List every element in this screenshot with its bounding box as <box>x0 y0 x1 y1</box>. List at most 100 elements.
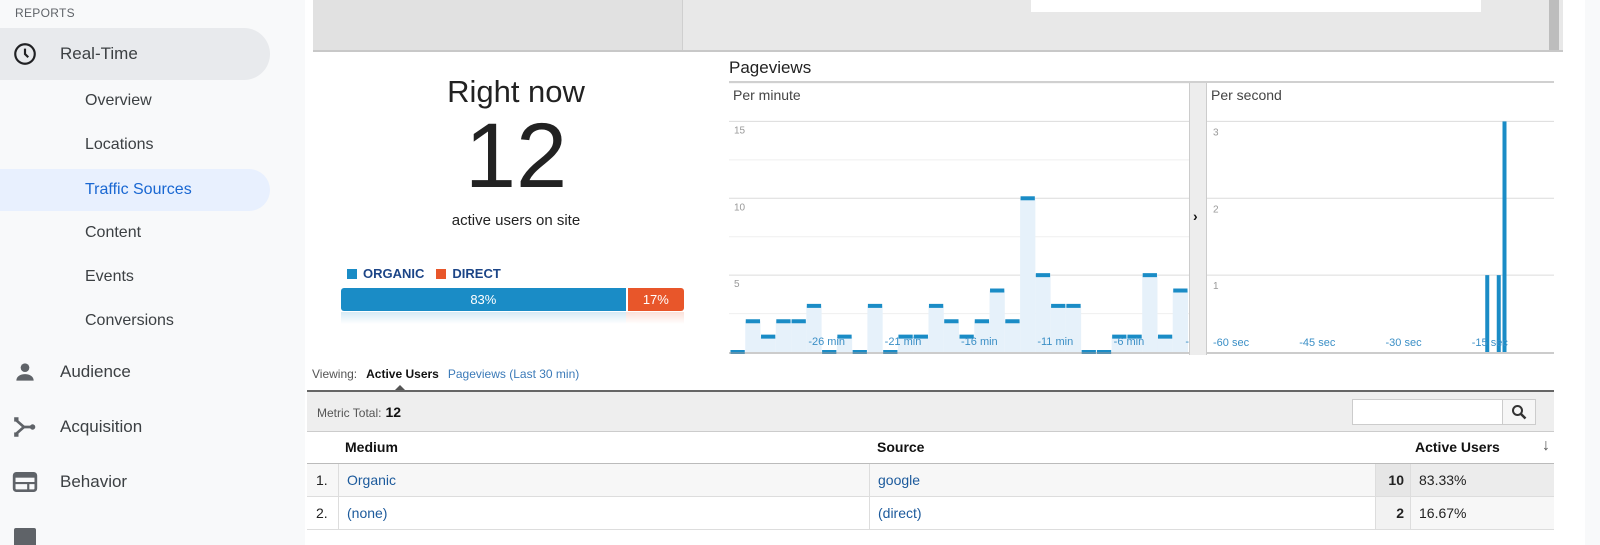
bar-top <box>1173 288 1188 293</box>
table-header: Medium Source Active Users ↓ <box>307 432 1554 464</box>
row-index: 1. <box>307 464 339 496</box>
top-panel-box <box>1031 0 1481 12</box>
source-cell: google <box>870 464 1375 496</box>
medium-cell: (none) <box>339 497 870 529</box>
source-cell: (direct) <box>870 497 1375 529</box>
sidebar-item-traffic-sources[interactable]: Traffic Sources <box>0 169 270 211</box>
sidebar-item-label: Overview <box>85 92 152 109</box>
bar-top <box>745 319 761 324</box>
sidebar-item-overview[interactable]: Overview <box>0 80 270 122</box>
header-source[interactable]: Source <box>877 439 924 455</box>
right-now-panel: Right now 12 active users on site <box>341 74 691 229</box>
y-tick-label: 3 <box>1213 127 1219 138</box>
legend-swatch <box>436 269 447 279</box>
bar-fill <box>867 305 883 352</box>
traffic-split-bar: 83% 17% <box>341 288 684 311</box>
bar-top <box>761 334 776 339</box>
bar-top <box>867 303 883 308</box>
viewing-switcher: Viewing: Active Users Pageviews (Last 30… <box>312 367 579 391</box>
bar-top <box>944 319 959 324</box>
split-segment-organic: 83% <box>341 288 626 311</box>
active-users-percent: 83.33% <box>1411 464 1554 496</box>
traffic-table: Metric Total: 12 Medium Source Active Use… <box>307 390 1554 530</box>
traffic-legend: ORGANIC DIRECT <box>347 266 501 281</box>
sidebar-item-behavior[interactable]: Behavior <box>0 456 270 508</box>
table-row: 2. (none) (direct) 2 16.67% <box>307 497 1554 530</box>
metric-total-value: 12 <box>385 404 402 420</box>
tab-pageviews[interactable]: Pageviews (Last 30 min) <box>448 367 579 381</box>
y-tick-label: 1 <box>1213 281 1219 292</box>
x-tick-label: -45 sec <box>1299 337 1336 349</box>
header-active-users[interactable]: Active Users <box>1415 439 1500 455</box>
reflection-organic <box>341 312 626 324</box>
chevron-right-icon[interactable]: › <box>1193 208 1198 224</box>
y-tick-label: 15 <box>734 125 746 136</box>
sidebar-item-real-time[interactable]: Real-Time <box>0 28 270 80</box>
top-panel-scrollbar[interactable] <box>1549 0 1559 50</box>
medium-link[interactable]: Organic <box>347 472 396 488</box>
sidebar-item-events[interactable]: Events <box>0 256 270 298</box>
active-users-percent: 16.67% <box>1411 497 1554 529</box>
chart-divider[interactable]: › <box>1189 83 1207 355</box>
bar-fill <box>1004 321 1021 352</box>
split-segment-direct: 17% <box>625 288 684 311</box>
medium-cell: Organic <box>339 464 870 496</box>
active-users-count: 12 <box>464 105 568 207</box>
bar-top <box>1051 303 1066 308</box>
metric-total-bar: Metric Total: 12 <box>307 392 1554 432</box>
main-content: Right now 12 active users on site ORGANI… <box>305 0 1585 545</box>
per-minute-svg: 51015-26 min -21 min -16 min -11 min -6 min -… <box>729 83 1189 354</box>
per-second-svg: 1 2 3 -60 sec -45 sec -30 sec -15 sec <box>1207 120 1554 354</box>
sidebar-item-content[interactable]: Content <box>0 212 270 254</box>
sidebar-item-locations[interactable]: Locations <box>0 124 270 166</box>
legend-organic: ORGANIC <box>347 266 424 281</box>
top-panel-left <box>313 0 683 50</box>
sidebar-item-label: Real-Time <box>60 44 138 63</box>
sidebar-item-label: Content <box>85 224 142 241</box>
search-button[interactable] <box>1502 400 1535 424</box>
bar-top <box>1035 273 1051 278</box>
active-users-value: 2 <box>1375 497 1411 529</box>
legend-direct: DIRECT <box>436 266 501 281</box>
medium-link[interactable]: (none) <box>347 505 387 521</box>
sidebar-item-label: Conversions <box>85 312 174 329</box>
split-bar-reflection <box>341 312 684 324</box>
bar-top <box>1142 273 1157 278</box>
folder-icon <box>14 528 36 545</box>
sort-down-icon[interactable]: ↓ <box>1542 437 1550 455</box>
viewing-label: Viewing: <box>312 367 358 381</box>
bar-fill <box>745 321 761 352</box>
person-icon <box>16 363 34 381</box>
bar-top <box>1005 319 1020 324</box>
per-minute-chart: 5 10 15 -26 min -21 min -16 min -11 min -6 min -… <box>729 83 1189 355</box>
y-tick-label: 2 <box>1213 204 1219 215</box>
sidebar-item-acquisition[interactable]: Acquisition <box>0 401 270 453</box>
bar-top <box>1066 303 1081 308</box>
sidebar-item-audience[interactable]: Audience <box>0 346 270 398</box>
source-link[interactable]: (direct) <box>878 505 922 521</box>
x-tick-label: -6 min <box>1114 336 1145 348</box>
sidebar-item-label: Behavior <box>60 472 128 491</box>
legend-label: DIRECT <box>452 266 501 281</box>
x-tick-label: -15 sec <box>1472 337 1509 349</box>
source-link[interactable]: google <box>878 472 920 488</box>
acquisition-icon <box>14 417 36 437</box>
bar-fill <box>943 321 959 352</box>
clock-icon <box>14 43 36 65</box>
bar-top <box>806 303 822 308</box>
table-search-input[interactable] <box>1353 400 1501 424</box>
metric-total-label: Metric Total: <box>317 406 382 420</box>
header-medium[interactable]: Medium <box>345 439 398 455</box>
tab-active-users[interactable]: Active Users <box>366 367 439 391</box>
bar-fill <box>928 305 944 352</box>
x-tick-label: -16 min <box>961 336 998 348</box>
bar-fill <box>1157 336 1173 352</box>
sidebar-item-conversions[interactable]: Conversions <box>0 300 270 342</box>
active-users-value: 10 <box>1375 464 1411 496</box>
y-tick-label: 5 <box>734 279 740 290</box>
per-second-chart: 1 2 3 -60 sec -45 sec -30 sec -15 sec Per seco… <box>1207 83 1554 355</box>
sidebar-item-label: Events <box>85 268 134 285</box>
reflection-direct <box>625 312 684 324</box>
bar-fill <box>775 321 792 352</box>
sidebar-item-label: Traffic Sources <box>85 181 192 198</box>
